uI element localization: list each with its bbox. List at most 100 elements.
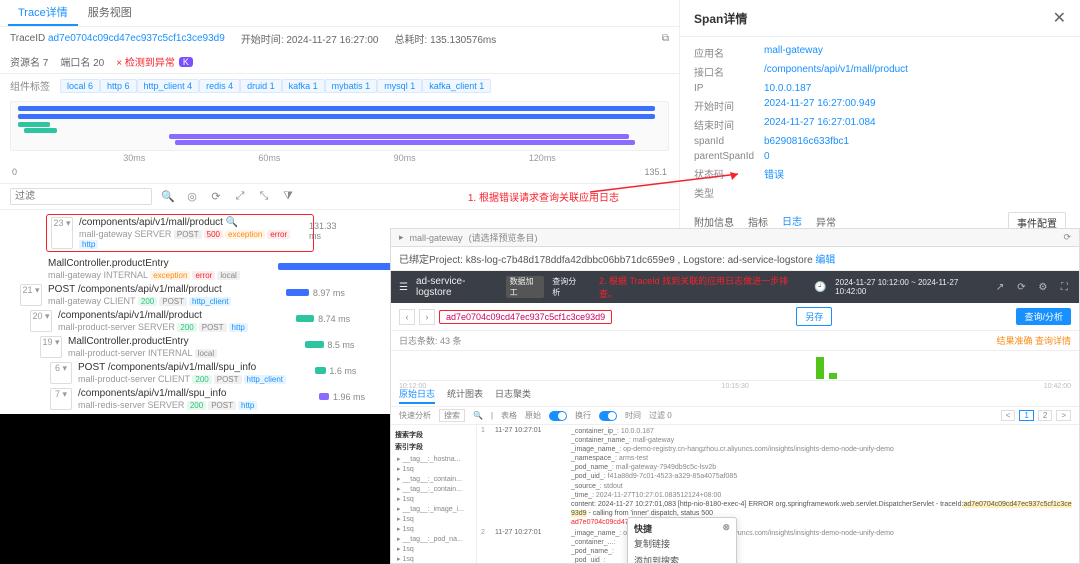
kv-row: parentSpanId0 [694, 149, 1066, 164]
expand-toggle[interactable]: 7 ▾ [50, 388, 72, 410]
query-back-icon[interactable]: ‹ [399, 309, 415, 325]
tab-service-view[interactable]: 服务视图 [78, 0, 142, 26]
chip[interactable]: druid 1 [240, 79, 282, 93]
field-item[interactable]: ▸ 1sq [395, 494, 472, 504]
field-item[interactable]: ▸ __tag__:_pod_na... [395, 534, 472, 544]
field-item[interactable]: ▸ 1sq [395, 514, 472, 524]
fullscreen-icon[interactable]: ⛶ [1058, 280, 1071, 294]
trace-info-row: TraceID ad7e0704c09cd47ec937c5cf1c3ce93d… [0, 27, 679, 50]
kv-row: 结束时间2024-11-27 16:27:01.084 [694, 115, 1066, 134]
chip[interactable]: http 6 [100, 79, 137, 93]
trace-tabs: Trace详情 服务视图 [0, 0, 679, 27]
span-toolbar: 🔍 ◎ ⟳ ⤢ ⤡ ⧩ 1. 根据错误请求查询关联应用日志 [0, 183, 679, 210]
expand-toggle[interactable]: 21 ▾ [20, 284, 42, 306]
gutter-refresh-icon[interactable]: ⟳ [1063, 232, 1071, 243]
chip[interactable]: local 6 [60, 79, 100, 93]
target-icon[interactable]: ◎ [184, 189, 200, 205]
search-icon[interactable]: 🔍 [160, 189, 176, 205]
field-item[interactable]: ▸ 1sq [395, 464, 472, 474]
menu-icon[interactable]: ☰ [399, 282, 408, 293]
log-entry[interactable]: 111-27 10:27:01_container_ip_: 10.0.0.18… [481, 427, 1075, 527]
stats-detail-link[interactable]: 结果准确 查询详情 [996, 334, 1071, 347]
filter-button[interactable]: 过滤 0 [649, 410, 672, 421]
save-query-button[interactable]: 另存 [796, 307, 832, 326]
inspect-icon[interactable]: 🔍 [223, 217, 238, 228]
highlighted-span: 23 ▾/components/api/v1/mall/product 🔍mal… [46, 214, 314, 252]
refresh2-icon[interactable]: ⟳ [1015, 280, 1028, 294]
query-input[interactable]: ad7e0704c09cd47ec937c5cf1c3ce93d9 [439, 310, 612, 324]
expand-icon[interactable]: ⤢ [232, 189, 248, 205]
tab-trace-detail[interactable]: Trace详情 [8, 0, 78, 26]
filter-row: 资源名 7 端口名 20 × 检测到异常K [0, 50, 679, 74]
wrap-toggle[interactable] [549, 411, 567, 421]
logstore-titlebar: ☰ ad-service-logstore 数据加工 查询分析 2. 根据 Tr… [391, 271, 1079, 303]
log-entry[interactable]: 211-27 10:27:01_image_name_: op-demo-reg… [481, 529, 1075, 563]
logstore-histogram[interactable]: 10:12:00 10:15:30 10:42:00 [399, 353, 1071, 381]
chip[interactable]: kafka 1 [282, 79, 325, 93]
traceid-link[interactable]: ad7e0704c09cd47ec937c5cf1c3ce93d9 [48, 33, 225, 44]
chip[interactable]: mysql 1 [377, 79, 422, 93]
detail-kv-table: 应用名mall-gateway接口名/components/api/v1/mal… [680, 37, 1080, 208]
chip[interactable]: mybatis 1 [325, 79, 378, 93]
pager-2[interactable]: 2 [1038, 410, 1052, 421]
time-toggle[interactable] [599, 411, 617, 421]
field-item[interactable]: ▸ 1sq [395, 544, 472, 554]
popover-close-icon[interactable]: ⊗ [722, 522, 730, 535]
entry-filter[interactable]: 端口名 20 [60, 54, 104, 69]
logstore-stats: 日志条数: 43 条 结果准确 查询详情 [391, 331, 1079, 351]
logstore-query-row: ‹ › ad7e0704c09cd47ec937c5cf1c3ce93d9 另存… [391, 303, 1079, 331]
logstore-tab-query[interactable]: 查询分析 [552, 276, 583, 298]
field-item[interactable]: ▸ __tag__:_contain... [395, 474, 472, 484]
kv-row: 应用名mall-gateway [694, 43, 1066, 62]
query-fwd-icon[interactable]: › [419, 309, 435, 325]
collapse-icon[interactable]: ⤡ [256, 189, 272, 205]
settings-icon[interactable]: ⚙ [1036, 280, 1049, 294]
field-item[interactable]: ▸ 1sq [395, 554, 472, 563]
pager-prev[interactable]: < [1001, 410, 1016, 421]
expand-toggle[interactable]: 23 ▾ [51, 217, 73, 249]
span-search-input[interactable] [10, 188, 152, 205]
anomaly-pill[interactable]: × 检测到异常K [116, 54, 193, 69]
logstore-project-row: 已绑定Project: k8s-log-c7b48d178ddfa42dbbc0… [391, 247, 1079, 271]
tab-chart[interactable]: 统计图表 [447, 385, 483, 404]
chip[interactable]: http_client 4 [137, 79, 200, 93]
field-item[interactable]: ▸ 1sq [395, 524, 472, 534]
close-icon[interactable]: ✕ [1053, 8, 1066, 28]
resource-filter[interactable]: 资源名 7 [10, 54, 48, 69]
logstore-edit-link[interactable]: 编辑 [815, 255, 835, 266]
refresh-icon[interactable]: ⟳ [208, 189, 224, 205]
chip[interactable]: kafka_client 1 [422, 79, 491, 93]
open-external-icon[interactable]: ⧉ [662, 33, 669, 44]
field-search-input[interactable]: 搜索 [439, 409, 465, 422]
pager-1[interactable]: 1 [1019, 410, 1033, 421]
pager-next[interactable]: > [1056, 410, 1071, 421]
view-table-button[interactable]: 表格 [501, 410, 517, 421]
field-item[interactable]: ▸ __tag__:_contain... [395, 484, 472, 494]
kv-row: 类型 [694, 183, 1066, 202]
view-raw-button[interactable]: 原始 [525, 410, 541, 421]
pager: < 1 2 > [1001, 410, 1071, 421]
tab-cluster[interactable]: 日志聚类 [495, 385, 531, 404]
chip[interactable]: redis 4 [199, 79, 240, 93]
share-icon[interactable]: ↗ [993, 280, 1006, 294]
logstore-tab-process[interactable]: 数据加工 [506, 276, 545, 298]
field-item[interactable]: ▸ __tag__:_image_i... [395, 504, 472, 514]
logstore-side-fields: 搜索字段索引字段▸ __tag__:_hostna...▸ 1sq▸ __tag… [391, 425, 477, 563]
logstore-panel: 已绑定Project: k8s-log-c7b48d178ddfa42dbbc0… [390, 246, 1080, 564]
run-query-button[interactable]: 查询/分析 [1016, 308, 1071, 325]
popover-option[interactable]: 添加到搜索 [634, 552, 730, 563]
kv-row: 接口名/components/api/v1/mall/product [694, 62, 1066, 81]
timeline-overview[interactable] [10, 101, 669, 151]
annotation-1: 1. 根据错误请求查询关联应用日志 [468, 189, 619, 204]
detail-title: Span详情 [694, 10, 747, 27]
kv-row: IP10.0.0.187 [694, 81, 1066, 96]
expand-toggle[interactable]: 20 ▾ [30, 310, 52, 332]
expand-toggle[interactable]: 19 ▾ [40, 336, 62, 358]
popover-option[interactable]: 复制链接 [634, 535, 730, 552]
filter-icon[interactable]: ⧩ [280, 189, 296, 205]
expand-toggle[interactable]: 6 ▾ [50, 362, 72, 384]
time-range-button[interactable]: 🕘 [814, 280, 827, 294]
kv-row: 状态码错误 [694, 164, 1066, 183]
kv-row: spanIdb6290816c633fbc1 [694, 134, 1066, 149]
field-item[interactable]: ▸ __tag__:_hostna... [395, 454, 472, 464]
